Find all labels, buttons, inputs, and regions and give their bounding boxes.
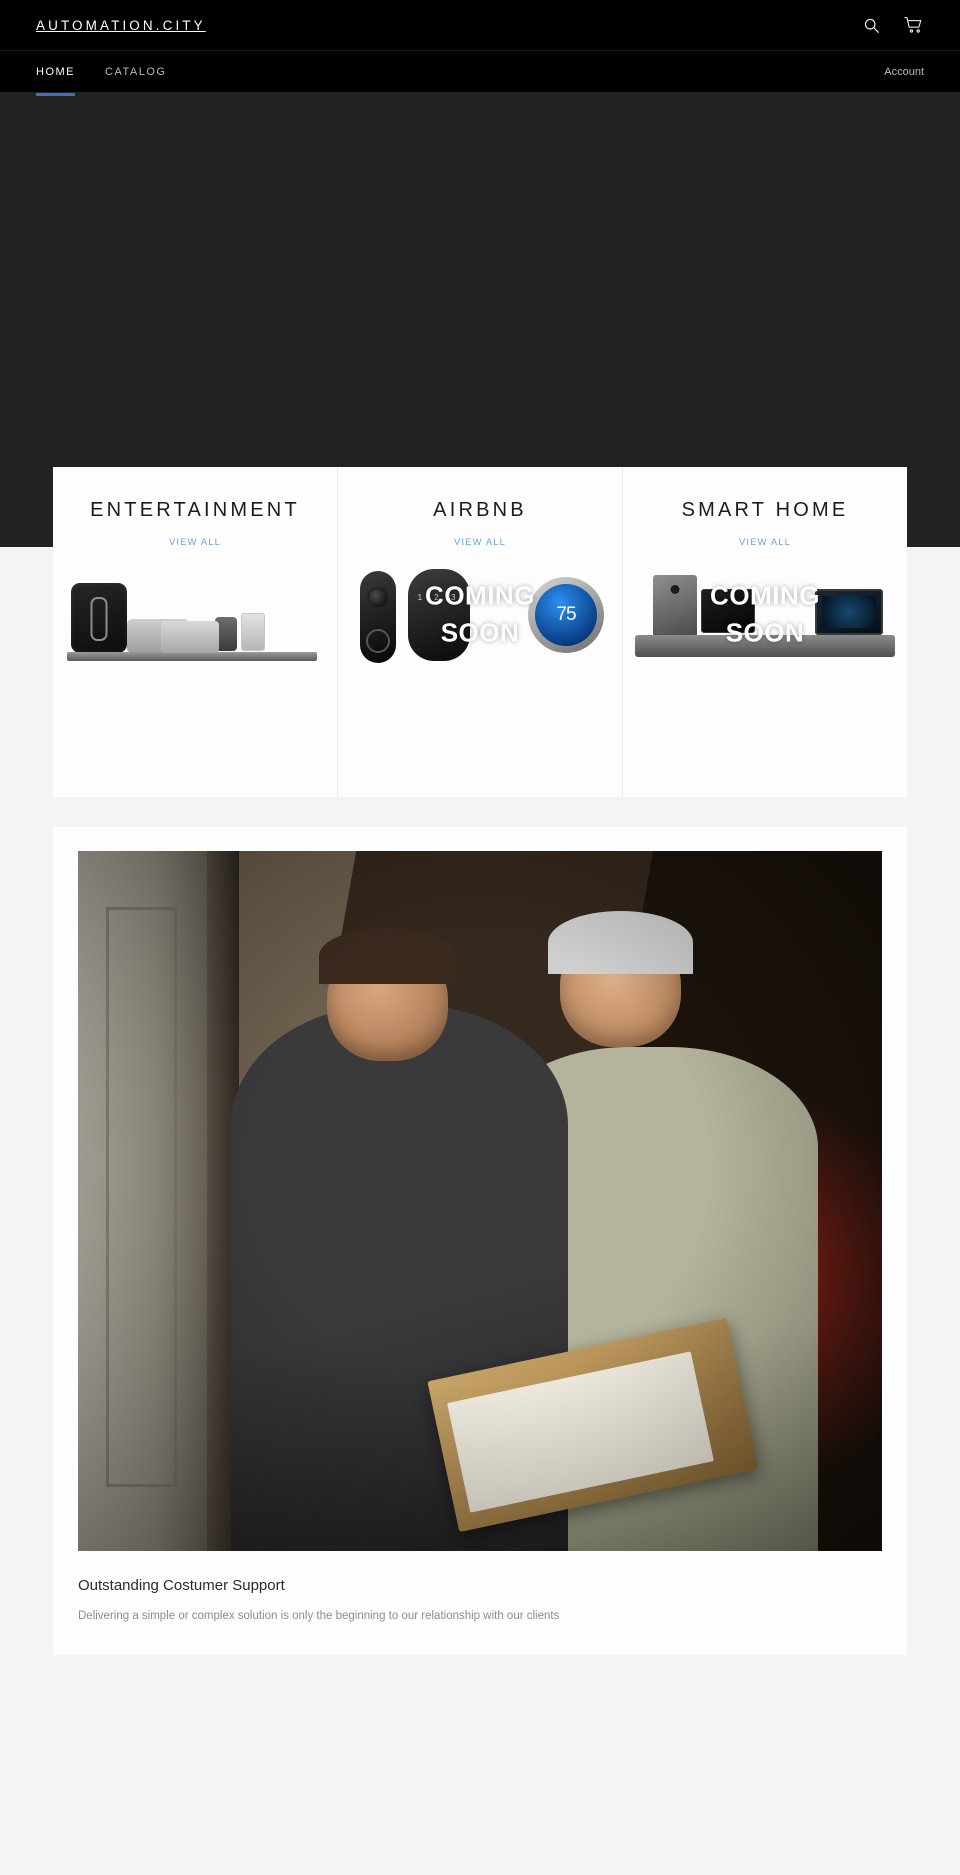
nav-links: Home Catalog <box>36 51 166 96</box>
collection-list: ENTERTAINMENT VIEW ALL AIRBNB VIEW ALL 1… <box>53 467 907 797</box>
lock-keypad-row-1: 1 2 3 <box>417 593 461 602</box>
collection-card-entertainment[interactable]: ENTERTAINMENT VIEW ALL <box>53 467 337 797</box>
collection-title: SMART HOME <box>681 499 849 521</box>
view-all-link[interactable]: VIEW ALL <box>454 537 506 548</box>
collection-media-entertainment <box>65 562 325 667</box>
collection-media-smart-home: COMING SOON <box>635 562 895 667</box>
cart-icon[interactable] <box>902 14 924 36</box>
collection-card-airbnb[interactable]: AIRBNB VIEW ALL 1 2 3 75 COMING SOON <box>337 467 622 797</box>
feature-section: Outstanding Costumer Support Delivering … <box>53 827 907 1656</box>
main-navigation: Home Catalog Account <box>0 50 960 96</box>
thermostat-temperature: 75 <box>535 584 597 646</box>
nav-item-catalog[interactable]: Catalog <box>105 51 166 92</box>
site-logo[interactable]: AUTOMATION.CITY <box>36 18 206 33</box>
nav-item-home[interactable]: Home <box>36 51 75 96</box>
feature-image <box>78 851 882 1551</box>
hero-banner <box>0 92 960 467</box>
collection-title: AIRBNB <box>433 499 527 521</box>
collection-title: ENTERTAINMENT <box>90 499 300 521</box>
smart-home-hardware-icon <box>635 562 895 667</box>
header-actions <box>860 14 924 36</box>
search-icon[interactable] <box>860 14 882 36</box>
collection-media-airbnb: 1 2 3 75 COMING SOON <box>350 562 610 667</box>
account-link[interactable]: Account <box>884 66 924 78</box>
feature-title: Outstanding Costumer Support <box>78 1577 285 1594</box>
sonos-speaker-set-icon <box>65 562 325 667</box>
nest-doorbell-lock-thermostat-icon: 1 2 3 75 <box>350 562 610 667</box>
view-all-link[interactable]: VIEW ALL <box>739 537 791 548</box>
collection-card-smart-home[interactable]: SMART HOME VIEW ALL COMING SOON <box>622 467 907 797</box>
collections-section: ENTERTAINMENT VIEW ALL AIRBNB VIEW ALL 1… <box>0 467 960 827</box>
site-header: AUTOMATION.CITY <box>0 0 960 50</box>
feature-text: Delivering a simple or complex solution … <box>78 1610 560 1622</box>
view-all-link[interactable]: VIEW ALL <box>169 537 221 548</box>
